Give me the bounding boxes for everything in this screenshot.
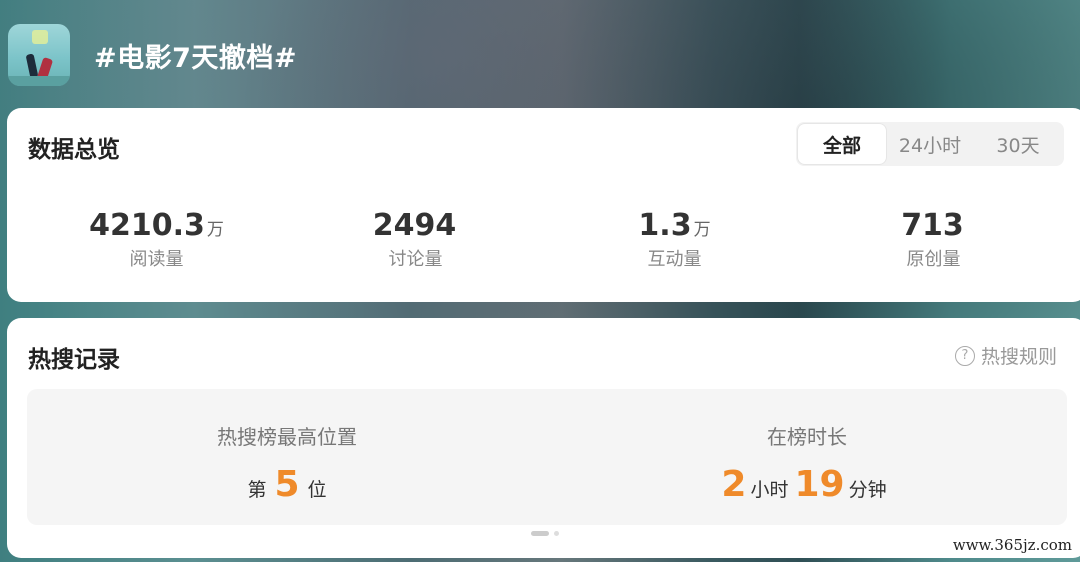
stat-unit: 万 xyxy=(206,220,224,240)
stat-label: 原创量 xyxy=(906,249,961,270)
indicator-inactive xyxy=(554,531,559,536)
stats-row: 4210.3 万 阅读量 2494 讨论量 1.3 万 互动量 713 原创量 xyxy=(27,208,1063,271)
tab-30d[interactable]: 30天 xyxy=(974,124,1062,164)
data-overview-card: 数据总览 全部 24小时 30天 4210.3 万 阅读量 2494 讨论量 1.… xyxy=(7,108,1080,302)
highest-position: 热搜榜最高位置 第 5 位 xyxy=(27,389,547,525)
tab-24h[interactable]: 24小时 xyxy=(886,124,974,164)
highest-position-label: 热搜榜最高位置 xyxy=(217,425,357,449)
position-prefix: 第 xyxy=(247,479,267,501)
minutes-unit: 分钟 xyxy=(848,479,887,501)
hot-search-title: 热搜记录 xyxy=(28,347,120,373)
topic-title: #电影7天撤档# xyxy=(94,42,298,74)
rules-label: 热搜规则 xyxy=(980,346,1057,368)
stat-unit: 万 xyxy=(693,220,711,240)
stat-label: 阅读量 xyxy=(129,249,184,270)
time-range-tabs: 全部 24小时 30天 xyxy=(796,122,1064,166)
question-icon: ? xyxy=(954,345,975,366)
time-on-list-label: 在榜时长 xyxy=(767,425,847,449)
hot-search-stats: 热搜榜最高位置 第 5 位 在榜时长 2 小时 19 分钟 xyxy=(27,389,1067,525)
stat-label: 互动量 xyxy=(647,249,702,270)
duration-hours: 2 xyxy=(721,464,747,505)
carousel-indicator[interactable] xyxy=(531,531,559,536)
stat-value: 4210.3 xyxy=(89,208,205,243)
stat-discussions: 2494 讨论量 xyxy=(286,208,545,271)
tab-all[interactable]: 全部 xyxy=(798,124,886,164)
stat-value: 1.3 xyxy=(638,208,692,243)
stat-originals: 713 原创量 xyxy=(804,208,1063,271)
watermark: www.365jz.com xyxy=(952,536,1072,554)
hot-search-card: 热搜记录 ? 热搜规则 热搜榜最高位置 第 5 位 在榜时长 2 小时 19 分… xyxy=(7,318,1080,558)
indicator-active xyxy=(531,531,549,536)
overview-title: 数据总览 xyxy=(28,137,120,163)
position-value: 5 xyxy=(274,464,300,505)
time-on-list: 在榜时长 2 小时 19 分钟 xyxy=(547,389,1067,525)
topic-thumbnail[interactable] xyxy=(8,24,70,86)
stat-value: 713 xyxy=(901,208,964,243)
hot-search-rules-link[interactable]: ? 热搜规则 xyxy=(954,342,1057,369)
stat-value: 2494 xyxy=(372,208,457,243)
stat-label: 讨论量 xyxy=(388,249,443,270)
hours-unit: 小时 xyxy=(750,479,789,501)
position-suffix: 位 xyxy=(307,479,327,501)
stat-reads: 4210.3 万 阅读量 xyxy=(27,208,286,271)
topic-header: #电影7天撤档# xyxy=(8,24,297,86)
duration-minutes: 19 xyxy=(794,464,845,505)
stat-interactions: 1.3 万 互动量 xyxy=(545,208,804,271)
